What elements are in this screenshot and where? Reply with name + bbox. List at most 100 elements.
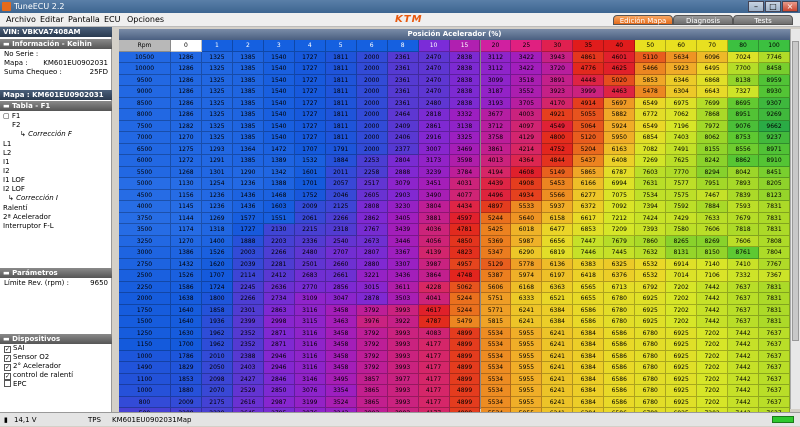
map-cell[interactable]: 2000: [356, 120, 388, 132]
row-header-rpm[interactable]: 6000: [119, 155, 171, 167]
map-cell[interactable]: 1301: [201, 166, 233, 178]
map-cell[interactable]: 4129: [511, 132, 543, 144]
map-cell[interactable]: 1551: [263, 212, 295, 224]
map-cell[interactable]: 7424: [635, 212, 667, 224]
map-cell[interactable]: 2838: [449, 86, 481, 98]
map-cell[interactable]: 4908: [511, 178, 543, 190]
map-cell[interactable]: 6384: [573, 350, 605, 362]
map-cell[interactable]: 2683: [294, 270, 326, 282]
map-cell[interactable]: 1630: [171, 327, 202, 339]
map-cell[interactable]: 7818: [728, 224, 760, 236]
map-cell[interactable]: 7592: [666, 201, 698, 213]
map-cell[interactable]: 7637: [759, 362, 790, 374]
map-cell[interactable]: 5771: [480, 304, 512, 316]
map-cell[interactable]: 5534: [480, 327, 512, 339]
map-cell[interactable]: 1727: [294, 97, 326, 109]
map-cell[interactable]: 4463: [604, 86, 636, 98]
map-cell[interactable]: 2946: [263, 362, 295, 374]
map-cell[interactable]: 2039: [232, 258, 264, 270]
map-cell[interactable]: 5955: [511, 339, 543, 351]
map-cell[interactable]: 1791: [325, 143, 357, 155]
map-cell[interactable]: 8556: [728, 143, 760, 155]
map-cell[interactable]: 6925: [635, 304, 667, 316]
map-cell[interactable]: 1577: [232, 212, 264, 224]
map-cell[interactable]: 4625: [604, 63, 636, 75]
map-cell[interactable]: 2266: [232, 293, 264, 305]
map-cell[interactable]: 5924: [604, 120, 636, 132]
map-cell[interactable]: 1880: [171, 385, 202, 397]
map-cell[interactable]: 2050: [201, 362, 233, 374]
map-cell[interactable]: 3436: [387, 270, 419, 282]
map-cell[interactable]: 2000: [356, 143, 388, 155]
row-header-rpm[interactable]: 9500: [119, 74, 171, 86]
map-cell[interactable]: 8062: [697, 132, 729, 144]
map-cell[interactable]: 4800: [542, 132, 574, 144]
map-cell[interactable]: 7637: [759, 350, 790, 362]
map-cell[interactable]: 7767: [759, 258, 790, 270]
map-cell[interactable]: 2388: [232, 350, 264, 362]
map-cell[interactable]: 3518: [511, 74, 543, 86]
map-cell[interactable]: 1640: [171, 304, 202, 316]
map-cell[interactable]: 6925: [666, 373, 698, 385]
map-cell[interactable]: 2846: [263, 373, 295, 385]
map-cell[interactable]: 6780: [635, 327, 667, 339]
map-cell[interactable]: 7394: [635, 201, 667, 213]
map-cell[interactable]: 1130: [171, 178, 202, 190]
map-cell[interactable]: 3076: [294, 385, 326, 397]
map-cell[interactable]: 6868: [697, 74, 729, 86]
map-cell[interactable]: 4364: [511, 155, 543, 167]
map-cell[interactable]: 6780: [635, 385, 667, 397]
map-cell[interactable]: 4194: [480, 166, 512, 178]
map-cell[interactable]: 2427: [232, 373, 264, 385]
map-cell[interactable]: 2046: [325, 189, 357, 201]
map-cell[interactable]: 5244: [449, 304, 481, 316]
map-cell[interactable]: 7831: [759, 201, 790, 213]
map-cell[interactable]: 2245: [232, 281, 264, 293]
map-cell[interactable]: 6241: [511, 304, 543, 316]
map-cell[interactable]: 4861: [573, 51, 605, 63]
menu-opciones[interactable]: Opciones: [127, 14, 164, 26]
map-cell[interactable]: 7014: [666, 270, 698, 282]
map-cell[interactable]: 1325: [201, 51, 233, 63]
map-cell[interactable]: 5923: [666, 63, 698, 75]
map-cell[interactable]: 7606: [728, 235, 760, 247]
map-cell[interactable]: 1325: [201, 120, 233, 132]
tab-edicion-mapa[interactable]: Edición Mapa: [613, 15, 673, 25]
map-cell[interactable]: 1325: [201, 132, 233, 144]
map-cell[interactable]: 1540: [263, 109, 295, 121]
map-cell[interactable]: 6586: [604, 350, 636, 362]
map-cell[interactable]: 8123: [759, 189, 790, 201]
map-cell[interactable]: 6241: [542, 396, 574, 408]
map-cell[interactable]: 8269: [697, 235, 729, 247]
map-cell[interactable]: 3239: [418, 166, 450, 178]
map-cell[interactable]: 7442: [728, 373, 760, 385]
row-header-rpm[interactable]: 4500: [119, 189, 171, 201]
map-cell[interactable]: 2403: [232, 362, 264, 374]
map-cell[interactable]: 1638: [171, 293, 202, 305]
map-cell[interactable]: 4914: [573, 97, 605, 109]
map-cell[interactable]: 9307: [759, 97, 790, 109]
map-cell[interactable]: 2009: [294, 201, 326, 213]
map-cell[interactable]: 2501: [294, 258, 326, 270]
map-cell[interactable]: 1286: [171, 86, 202, 98]
map-cell[interactable]: 8458: [759, 63, 790, 75]
map-cell[interactable]: 1468: [263, 189, 295, 201]
map-cell[interactable]: 1385: [232, 155, 264, 167]
map-cell[interactable]: 4899: [449, 327, 481, 339]
map-cell[interactable]: 1325: [201, 63, 233, 75]
map-cell[interactable]: 7202: [697, 339, 729, 351]
map-cell[interactable]: 5453: [542, 178, 574, 190]
row-header-rpm[interactable]: 3000: [119, 247, 171, 259]
map-cell[interactable]: 6532: [635, 258, 667, 270]
map-cell[interactable]: 1603: [263, 201, 295, 213]
map-cell[interactable]: 5950: [604, 132, 636, 144]
menu-pantalla[interactable]: Pantalla: [68, 14, 100, 26]
row-header-rpm[interactable]: 1000: [119, 385, 171, 397]
map-cell[interactable]: 3993: [387, 396, 419, 408]
map-cell[interactable]: 8862: [728, 155, 760, 167]
map-cell[interactable]: 3047: [325, 293, 357, 305]
map-cell[interactable]: 3804: [418, 201, 450, 213]
map-cell[interactable]: 1811: [325, 51, 357, 63]
map-cell[interactable]: 2000: [356, 97, 388, 109]
map-cell[interactable]: 6372: [573, 201, 605, 213]
